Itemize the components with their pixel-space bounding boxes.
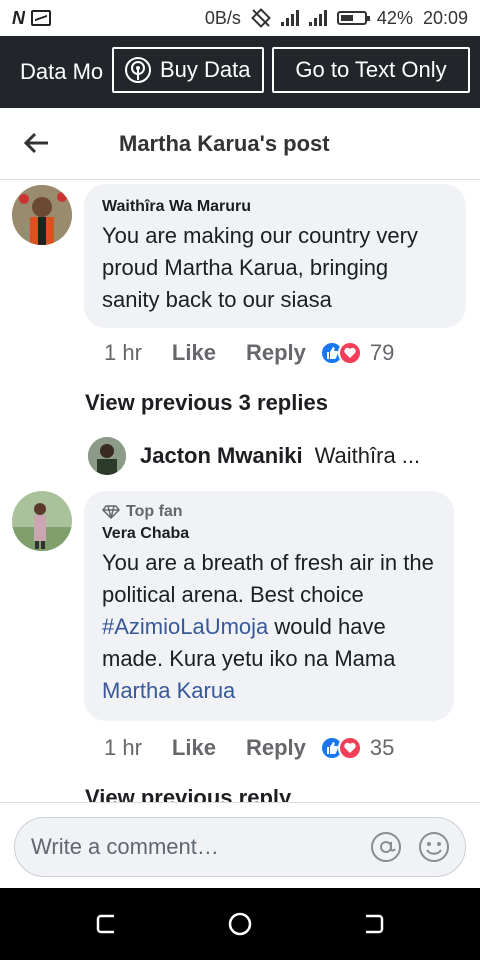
hashtag-link[interactable]: #AzimioLaUmoja xyxy=(102,614,268,639)
buy-data-button[interactable]: Buy Data xyxy=(112,47,264,93)
page-title: Martha Karua's post xyxy=(119,131,330,156)
network-badge: N xyxy=(12,7,25,28)
like-button[interactable]: Like xyxy=(172,340,216,366)
recent-apps-icon[interactable] xyxy=(94,910,122,938)
top-fan-badge: Top fan xyxy=(102,503,436,521)
comment-actions: 1 hr Like Reply 35 xyxy=(104,735,394,761)
comment-text: You are a breath of fresh air in the pol… xyxy=(102,547,436,707)
battery-percent: 42% xyxy=(376,7,413,28)
avatar[interactable] xyxy=(12,185,72,245)
comment-author[interactable]: Waithîra Wa Maruru xyxy=(102,198,448,216)
buy-data-label: Buy Data xyxy=(160,57,251,82)
comment-composer xyxy=(0,802,480,888)
reply-avatar xyxy=(88,437,126,475)
love-reaction-icon xyxy=(337,736,362,760)
emoji-icon[interactable] xyxy=(418,831,450,863)
data-mode-label: Data Mo xyxy=(20,59,104,84)
comments-feed[interactable]: Waithîra Wa Maruru You are making our co… xyxy=(0,181,480,802)
comment-author[interactable]: Vera Chaba xyxy=(102,525,436,543)
diamond-icon xyxy=(102,505,120,519)
back-arrow-icon[interactable] xyxy=(22,128,52,158)
view-previous-reply[interactable]: View previous reply xyxy=(85,785,291,802)
reply-button[interactable]: Reply xyxy=(246,340,306,366)
back-nav-icon[interactable] xyxy=(358,910,386,938)
comment-bubble[interactable]: Waithîra Wa Maruru You are making our co… xyxy=(84,184,466,328)
reaction-count: 35 xyxy=(369,735,395,760)
comment-text: You are making our country very proud Ma… xyxy=(102,223,418,312)
comment-time[interactable]: 1 hr xyxy=(104,735,142,761)
post-header: Martha Karua's post xyxy=(0,108,480,180)
reply-snippet: Waithîra ... xyxy=(314,443,421,468)
reply-author: Jacton Mwaniki xyxy=(140,443,303,468)
rotate-icon xyxy=(251,8,271,28)
clock: 20:09 xyxy=(422,7,468,28)
avatar[interactable] xyxy=(12,491,72,551)
reactions-summary[interactable]: 79 xyxy=(319,340,395,366)
text-only-button[interactable]: Go to Text Only xyxy=(272,47,470,93)
like-button[interactable]: Like xyxy=(172,735,216,761)
reply-preview[interactable]: Jacton Mwaniki Waithîra ... xyxy=(88,437,420,475)
system-nav-bar xyxy=(0,888,480,960)
activity-icon xyxy=(31,10,51,26)
comment-time[interactable]: 1 hr xyxy=(104,340,142,366)
mention-at-icon[interactable] xyxy=(370,831,402,863)
comment-actions: 1 hr Like Reply 79 xyxy=(104,340,394,366)
view-previous-replies[interactable]: View previous 3 replies xyxy=(85,390,328,416)
comment-bubble[interactable]: Top fan Vera Chaba You are a breath of f… xyxy=(84,491,454,721)
status-bar: N 0B/s 42% 20:09 xyxy=(0,0,480,36)
top-fan-label: Top fan xyxy=(126,503,183,520)
broadcast-icon xyxy=(125,57,151,83)
reaction-count: 79 xyxy=(369,340,395,365)
battery-icon xyxy=(336,11,370,25)
reactions-summary[interactable]: 35 xyxy=(319,735,395,761)
signal-icon xyxy=(280,10,299,26)
data-rate: 0B/s xyxy=(204,7,241,28)
mention-link[interactable]: Martha Karua xyxy=(102,678,235,703)
data-mode-banner: Data Mo Buy Data Go to Text Only xyxy=(0,36,480,108)
text-only-label: Go to Text Only xyxy=(295,57,447,82)
comment-text-part: You are a breath of fresh air in the pol… xyxy=(102,550,434,607)
signal-icon-2 xyxy=(308,10,327,26)
reply-button[interactable]: Reply xyxy=(246,735,306,761)
home-icon[interactable] xyxy=(226,910,254,938)
love-reaction-icon xyxy=(337,341,362,365)
